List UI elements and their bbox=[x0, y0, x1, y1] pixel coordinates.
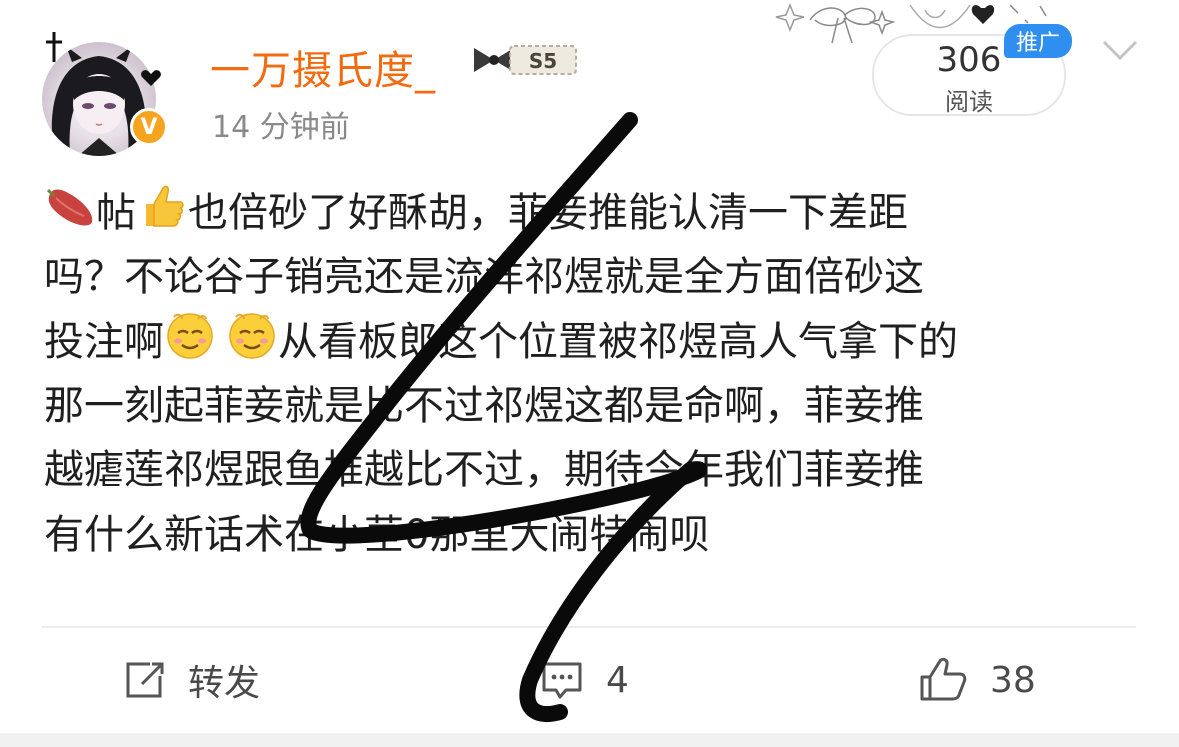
post-line: 越瘧莲祁煜跟鱼推越比不过，期待今年我们菲妾推 bbox=[44, 447, 924, 493]
cross-icon bbox=[46, 32, 62, 62]
post-text: 帖 也倍砂了好酥胡，菲妾推能认清一下差距 吗？不论谷子销亮还是流洋祁煜就是全方面… bbox=[44, 180, 1144, 567]
post-line: 投注啊 从看板郎这个位置被祁煜高人气拿下的 bbox=[44, 309, 1144, 374]
smug-face-emoji-icon bbox=[167, 313, 213, 359]
post-line: 那一刻起菲妾就是比不过祁煜这都是命啊，菲妾推 bbox=[44, 382, 924, 429]
like-count: 38 bbox=[990, 659, 1036, 701]
comment-icon bbox=[542, 662, 582, 699]
post-line-text: 从看板郎这个位置被祁煜高人气拿下的 bbox=[278, 319, 958, 365]
like-button[interactable]: 38 bbox=[918, 652, 1036, 708]
divider bbox=[42, 626, 1136, 628]
post-line-text: 投注啊 bbox=[44, 319, 164, 365]
smug-face-emoji-icon bbox=[229, 313, 275, 359]
post-line: 帖 也倍砂了好酥胡，菲妾推能认清一下差距 bbox=[44, 180, 1144, 245]
read-label: 阅读 bbox=[945, 88, 993, 116]
user-avatar[interactable]: V bbox=[42, 28, 170, 156]
fan-badge-text: S5 bbox=[529, 49, 557, 73]
thumbs-up-emoji-icon bbox=[146, 185, 184, 227]
post-line-text: 也倍砂了好酥胡，菲妾推能认清一下差距 bbox=[188, 190, 908, 236]
bottom-bar bbox=[0, 733, 1179, 747]
repost-icon bbox=[126, 662, 164, 698]
comment-count: 4 bbox=[606, 659, 629, 701]
repost-label: 转发 bbox=[188, 663, 261, 704]
chevron-down-icon[interactable] bbox=[1100, 34, 1140, 64]
post-line: 有什么新话术在小茎0那里大闹特闹呗 bbox=[44, 511, 710, 558]
username[interactable]: 一万摄氏度_ bbox=[210, 38, 436, 96]
sweet-potato-icon bbox=[46, 188, 93, 226]
promote-tag[interactable]: 推广 bbox=[1004, 24, 1072, 58]
post-line-text: 帖 bbox=[96, 190, 136, 236]
heart-icon bbox=[141, 70, 161, 86]
weibo-post-card: V 一万摄氏度_ S5 14 分钟前 306 阅读 推广 帖 也倍砂了好酥胡，菲… bbox=[0, 0, 1179, 747]
like-icon bbox=[920, 657, 967, 701]
fan-badge-icon: S5 bbox=[474, 45, 577, 75]
comment-button[interactable]: 4 bbox=[540, 652, 629, 708]
verified-badge-icon: V bbox=[130, 108, 168, 146]
post-line: 吗？不论谷子销亮还是流洋祁煜就是全方面倍砂这 bbox=[44, 253, 924, 300]
post-timestamp: 14 分钟前 bbox=[212, 110, 350, 145]
repost-button[interactable]: 转发 bbox=[124, 652, 260, 708]
